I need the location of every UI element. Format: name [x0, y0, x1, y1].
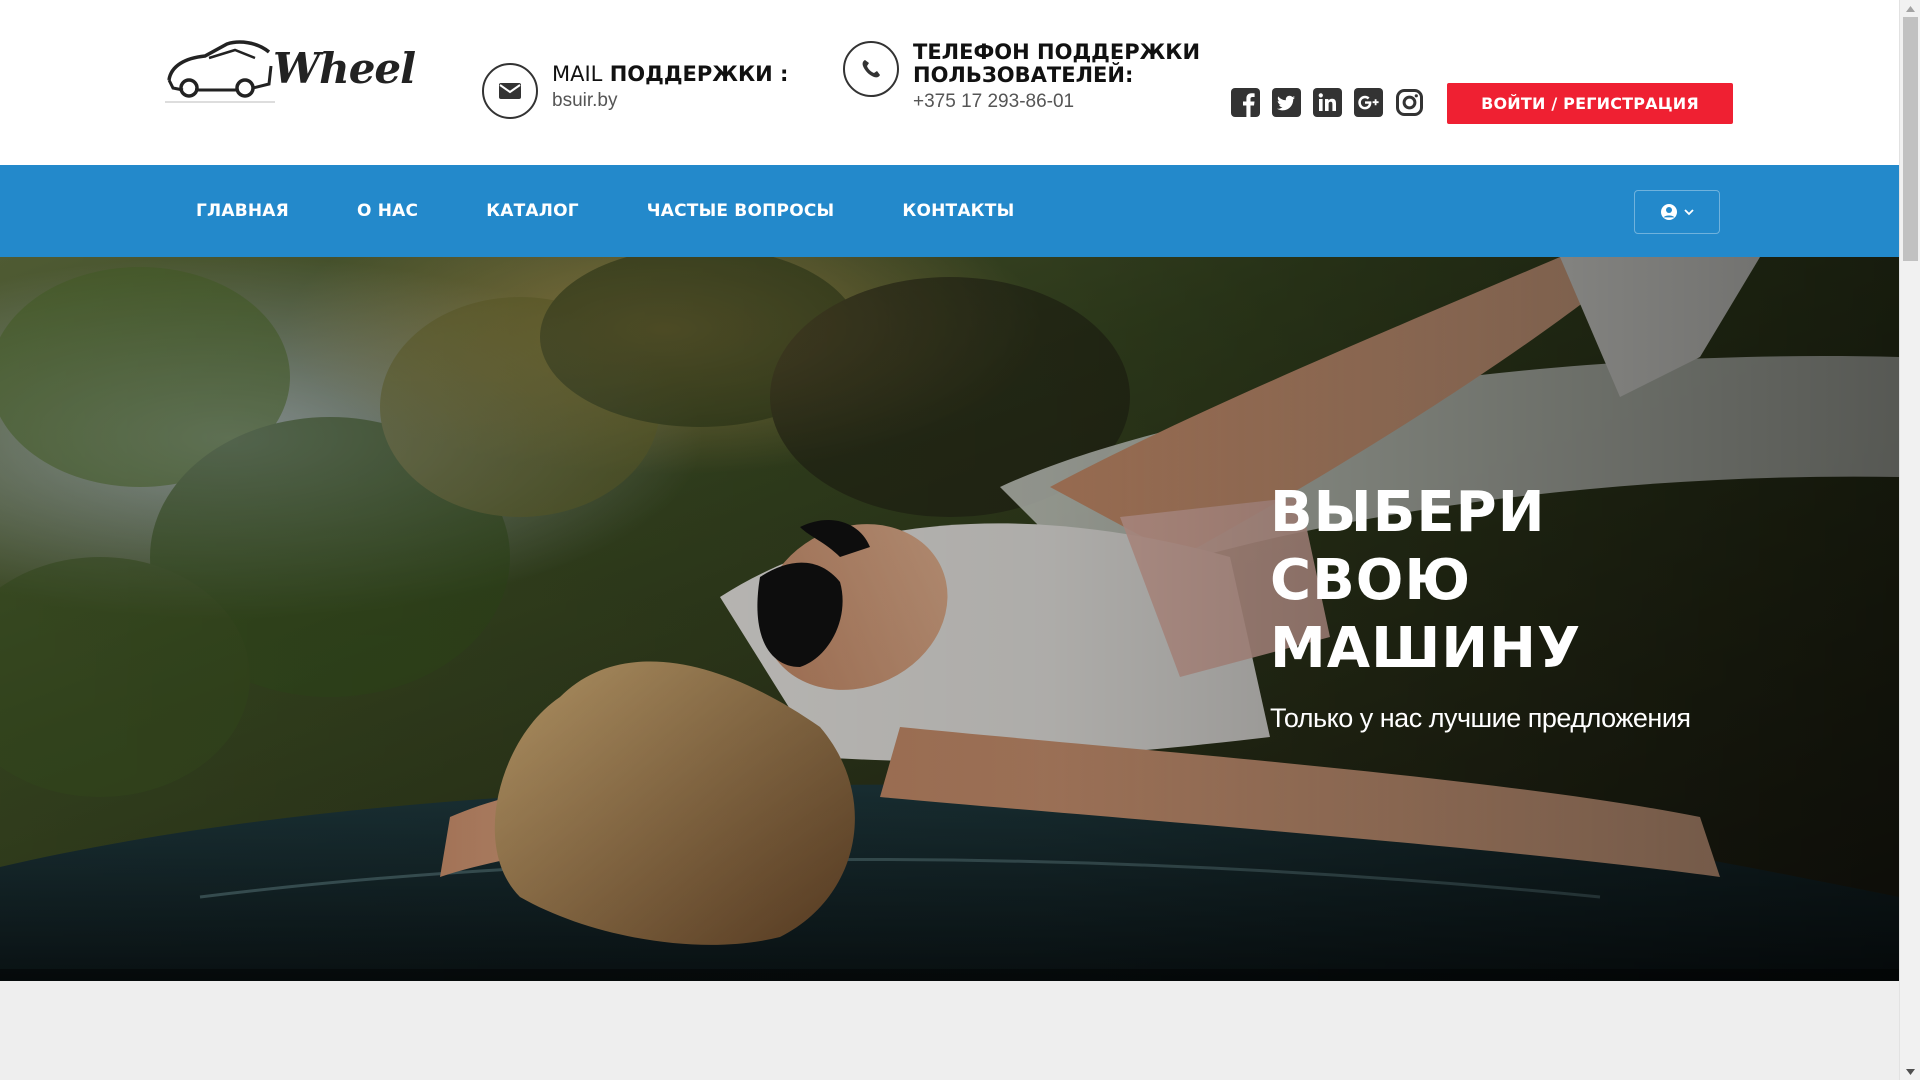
mail-support-title: MAIL ПОДДЕРЖКИ :	[552, 63, 788, 86]
nav-item-catalog[interactable]: КАТАЛОГ	[486, 201, 579, 221]
mail-support: MAIL ПОДДЕРЖКИ : bsuir.by	[482, 63, 788, 119]
user-menu-button[interactable]	[1634, 190, 1720, 234]
nav-item-home[interactable]: ГЛАВНАЯ	[196, 201, 289, 221]
phone-title-line1: ТЕЛЕФОН ПОДДЕРЖКИ	[913, 40, 1201, 64]
nav-menu: ГЛАВНАЯ О НАС КАТАЛОГ ЧАСТЫЕ ВОПРОСЫ КОН…	[196, 165, 1082, 257]
user-circle-icon	[1661, 204, 1677, 220]
nav-item-contacts[interactable]: КОНТАКТЫ	[902, 201, 1014, 221]
social-links	[1230, 87, 1424, 117]
hero-title: ВЫБЕРИ СВОЮ МАШИНУ	[1270, 480, 1582, 681]
chevron-down-icon	[1684, 209, 1694, 216]
car-logo-icon	[165, 40, 275, 103]
phone-support-title: ТЕЛЕФОН ПОДДЕРЖКИ ПОЛЬЗОВАТЕЛЕЙ:	[913, 41, 1200, 87]
hero-text: ВЫБЕРИ СВОЮ МАШИНУ Только у нас лучшие п…	[1270, 479, 1730, 734]
linkedin-icon[interactable]	[1312, 87, 1342, 117]
phone-title-line2: ПОЛЬЗОВАТЕЛЕЙ:	[913, 63, 1134, 87]
page-scrollbar[interactable]	[1899, 0, 1920, 1080]
mail-title-main: ПОДДЕРЖКИ :	[609, 62, 789, 86]
twitter-icon[interactable]	[1271, 87, 1301, 117]
google-plus-icon[interactable]	[1353, 87, 1383, 117]
hero-banner: ВЫБЕРИ СВОЮ МАШИНУ Только у нас лучшие п…	[0, 257, 1899, 981]
envelope-icon	[482, 63, 538, 119]
hero-subtitle: Только у нас лучшие предложения	[1270, 703, 1691, 733]
scroll-down-arrow-icon[interactable]	[1900, 1063, 1920, 1080]
site-header: Wheel MAIL ПОДДЕРЖКИ : bsuir.by ТЕЛЕФОН …	[0, 0, 1899, 165]
phone-icon	[843, 41, 899, 97]
instagram-icon[interactable]	[1394, 87, 1424, 117]
mail-title-prefix: MAIL	[552, 62, 603, 86]
nav-item-about[interactable]: О НАС	[357, 201, 418, 221]
main-navigation: ГЛАВНАЯ О НАС КАТАЛОГ ЧАСТЫЕ ВОПРОСЫ КОН…	[0, 165, 1899, 257]
nav-item-faq[interactable]: ЧАСТЫЕ ВОПРОСЫ	[647, 201, 835, 221]
phone-support: ТЕЛЕФОН ПОДДЕРЖКИ ПОЛЬЗОВАТЕЛЕЙ: +375 17…	[843, 41, 1200, 113]
logo-text: Wheel	[273, 44, 416, 93]
site-logo[interactable]: Wheel	[165, 36, 416, 114]
login-register-button[interactable]: ВОЙТИ / РЕГИСТРАЦИЯ	[1447, 83, 1733, 124]
facebook-icon[interactable]	[1230, 87, 1260, 117]
scrollbar-thumb[interactable]	[1903, 17, 1918, 261]
mail-support-value[interactable]: bsuir.by	[552, 90, 788, 112]
phone-support-value[interactable]: +375 17 293-86-01	[913, 91, 1200, 113]
scroll-up-arrow-icon[interactable]	[1900, 0, 1920, 17]
